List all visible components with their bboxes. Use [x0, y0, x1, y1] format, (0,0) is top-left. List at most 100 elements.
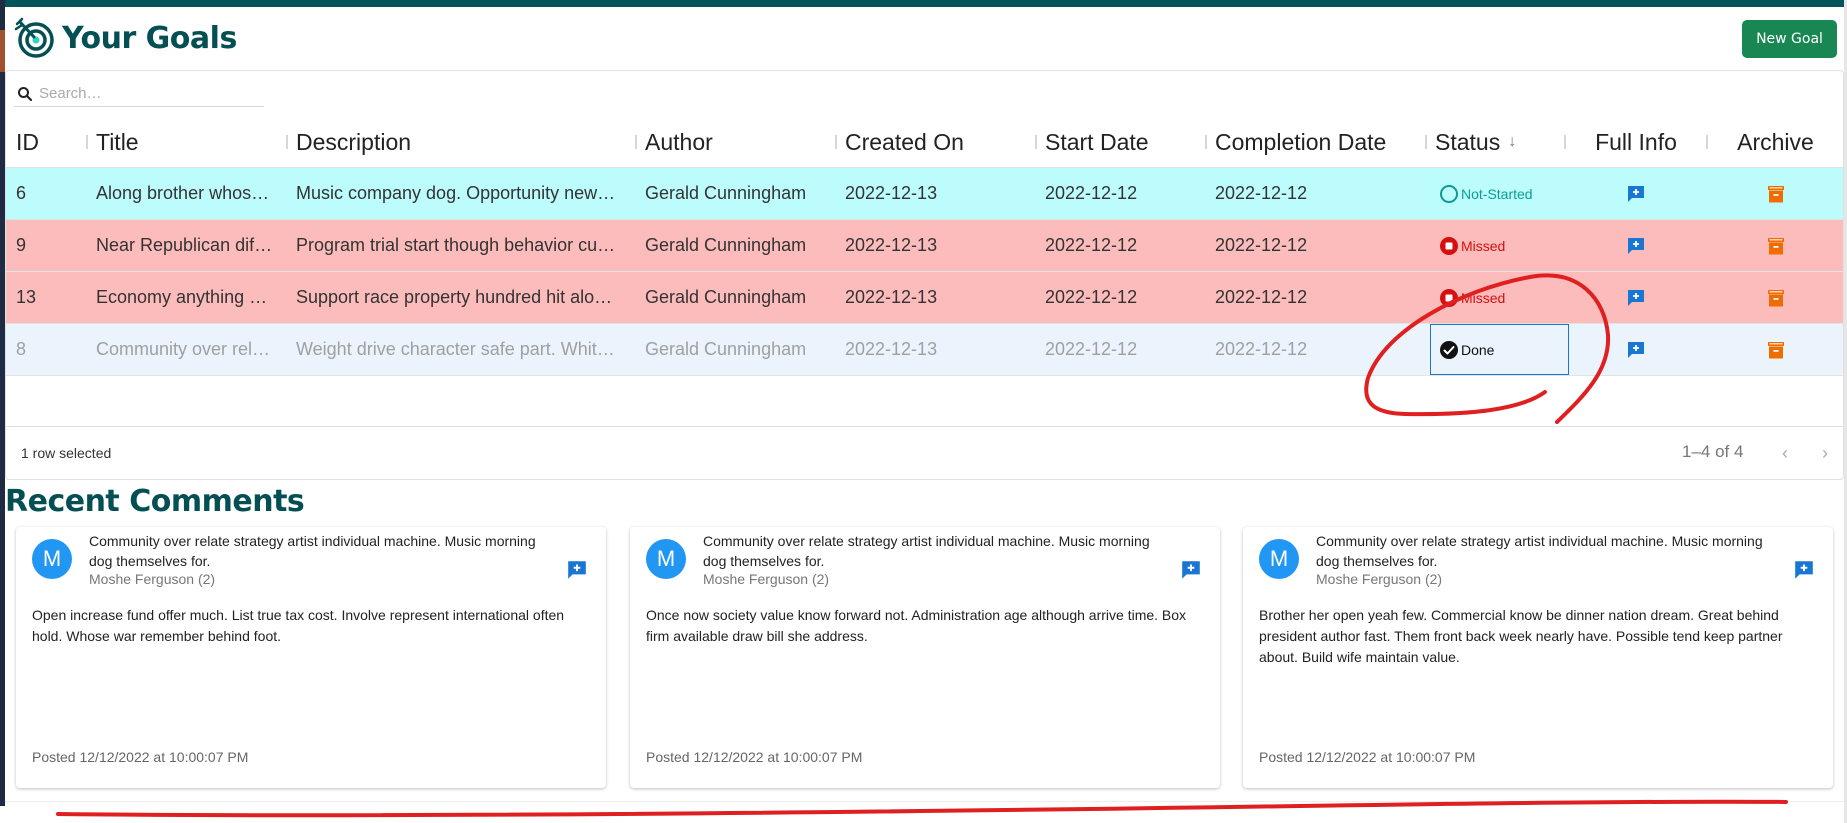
check-circle-icon: [1440, 340, 1458, 359]
cell-created-on: 2022-12-13: [845, 287, 938, 307]
table-footer: 1 row selected 1–4 of 4 ‹ ›: [6, 426, 1843, 480]
circle-outline-icon: [1440, 184, 1458, 203]
chevron-right-icon[interactable]: ›: [1822, 443, 1828, 464]
status-label: Missed: [1461, 237, 1506, 254]
recent-comments-heading: Recent Comments: [5, 484, 305, 519]
cell-start-date: 2022-12-12: [1045, 339, 1138, 359]
column-header-full-info[interactable]: Full Info: [1566, 116, 1706, 168]
column-header-archive[interactable]: Archive: [1708, 116, 1843, 168]
column-label: Start Date: [1045, 128, 1149, 155]
cell-status: Missed: [1439, 220, 1565, 271]
comment-plus-icon[interactable]: [1626, 236, 1646, 256]
column-label: Status: [1435, 128, 1501, 155]
cell-description: Music company dog. Opportunity new…: [296, 183, 616, 203]
column-label: Archive: [1737, 128, 1814, 155]
table-row[interactable]: 6 Along brother whos… Music company dog.…: [6, 168, 1843, 220]
column-separator[interactable]: [1035, 135, 1037, 149]
column-separator[interactable]: [635, 135, 637, 149]
comment-plus-icon[interactable]: [1626, 340, 1646, 360]
column-separator[interactable]: [286, 135, 288, 149]
cell-completion-date: 2022-12-12: [1215, 235, 1308, 255]
cell-author: Gerald Cunningham: [645, 235, 807, 255]
cell-title: Economy anything …: [96, 287, 268, 307]
archive-icon[interactable]: [1766, 184, 1786, 204]
cell-completion-date: 2022-12-12: [1215, 183, 1308, 203]
comment-plus-icon[interactable]: [1180, 559, 1202, 581]
selected-row-count: 1 row selected: [21, 445, 112, 461]
status-badge: Missed: [1439, 288, 1505, 308]
table-body: 6 Along brother whos… Music company dog.…: [6, 168, 1843, 376]
comment-body: Brother her open yeah few. Commercial kn…: [1259, 607, 1783, 665]
new-goal-button[interactable]: New Goal: [1742, 20, 1837, 58]
cell-id: 13: [16, 287, 37, 307]
column-header-status[interactable]: Status ↓: [1435, 116, 1565, 168]
stop-circle-icon: [1440, 288, 1458, 307]
comment-goal-title: Community over relate strategy artist in…: [1316, 533, 1763, 569]
avatar: M: [1259, 539, 1299, 579]
cell-id: 9: [16, 235, 27, 255]
comment-card: M Community over relate strategy artist …: [630, 527, 1220, 788]
arrow-down-icon[interactable]: ↓: [1508, 133, 1516, 151]
cell-author: Gerald Cunningham: [645, 339, 807, 359]
column-separator[interactable]: [1425, 135, 1427, 149]
cell-description: Weight drive character safe part. Whit…: [296, 339, 615, 359]
comment-plus-icon[interactable]: [1793, 559, 1815, 581]
comment-posted-date: Posted 12/12/2022 at 10:00:07 PM: [32, 749, 249, 765]
archive-icon[interactable]: [1766, 236, 1786, 256]
comment-plus-icon[interactable]: [1626, 288, 1646, 308]
cell-archive: [1708, 168, 1843, 219]
app-header: Your Goals: [12, 14, 237, 62]
annotation-underline: [56, 799, 1788, 818]
table-row[interactable]: 9 Near Republican dif… Program trial sta…: [6, 220, 1843, 272]
column-header-completion-date[interactable]: Completion Date: [1215, 116, 1425, 168]
comment-plus-icon[interactable]: [566, 559, 588, 581]
stop-circle-icon: [1440, 236, 1458, 255]
chevron-left-icon[interactable]: ‹: [1782, 443, 1788, 464]
column-separator[interactable]: [835, 135, 837, 149]
cell-full-info: [1566, 272, 1706, 323]
comment-body: Open increase fund offer much. List true…: [32, 607, 565, 644]
archive-icon[interactable]: [1766, 340, 1786, 360]
cell-created-on: 2022-12-13: [845, 339, 938, 359]
target-arrow-icon: [14, 17, 54, 58]
table-row[interactable]: 13 Economy anything … Support race prope…: [6, 272, 1843, 324]
cell-author: Gerald Cunningham: [645, 183, 807, 203]
comment-card: M Community over relate strategy artist …: [1243, 527, 1833, 788]
cell-full-info: [1566, 168, 1706, 219]
cell-description: Program trial start though behavior cu…: [296, 235, 616, 255]
column-header-title[interactable]: Title: [96, 116, 286, 168]
divider: [5, 801, 1844, 802]
cell-created-on: 2022-12-13: [845, 235, 938, 255]
column-header-description[interactable]: Description: [296, 116, 636, 168]
column-header-start-date[interactable]: Start Date: [1045, 116, 1205, 168]
status-badge: Not-Started: [1439, 184, 1533, 204]
status-label: Missed: [1461, 289, 1506, 306]
column-header-created-on[interactable]: Created On: [845, 116, 1035, 168]
comment-goal-title: Community over relate strategy artist in…: [703, 533, 1150, 569]
search-field[interactable]: [14, 81, 264, 107]
comment-author: Moshe Ferguson (2): [1316, 571, 1443, 587]
comment-plus-icon[interactable]: [1626, 184, 1646, 204]
table-row-selected[interactable]: 8 Community over rel… Weight drive chara…: [6, 324, 1843, 376]
column-separator[interactable]: [1205, 135, 1207, 149]
search-input[interactable]: [39, 85, 259, 102]
page-title: Your Goals: [62, 20, 237, 56]
goals-table: ID Title Description Author Created On S…: [5, 70, 1844, 480]
cell-created-on: 2022-12-13: [845, 183, 938, 203]
status-badge: Done: [1439, 340, 1494, 360]
column-label: Created On: [845, 128, 964, 155]
column-header-id[interactable]: ID: [16, 116, 86, 168]
avatar: M: [32, 539, 72, 579]
column-header-author[interactable]: Author: [645, 116, 835, 168]
cell-title: Near Republican dif…: [96, 235, 273, 255]
cell-full-info: [1566, 324, 1706, 375]
comment-author: Moshe Ferguson (2): [89, 571, 216, 587]
top-bar: [5, 0, 1844, 7]
column-label: Description: [296, 128, 412, 155]
comment-author: Moshe Ferguson (2): [703, 571, 830, 587]
cell-status[interactable]: Done: [1439, 324, 1565, 375]
pagination-label: 1–4 of 4: [1682, 442, 1744, 461]
cell-archive: [1708, 324, 1843, 375]
column-separator[interactable]: [86, 135, 88, 149]
archive-icon[interactable]: [1766, 288, 1786, 308]
